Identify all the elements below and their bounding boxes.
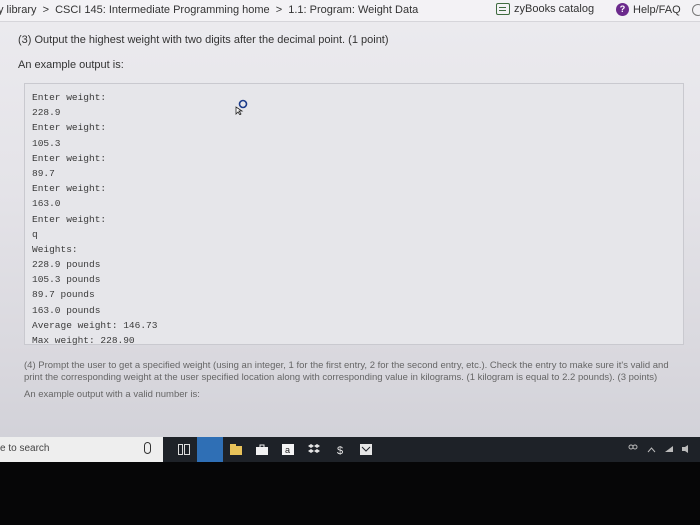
zybooks-catalog-link[interactable]: zyBooks catalog — [496, 3, 594, 15]
svg-text:$: $ — [337, 445, 343, 455]
code-line: 163.0 pounds — [32, 304, 101, 316]
chevron-up-icon[interactable] — [647, 445, 656, 455]
code-line: 228.9 — [32, 107, 61, 119]
file-explorer-icon[interactable] — [223, 437, 249, 462]
dropbox-icon[interactable] — [301, 437, 327, 462]
taskbar-search-box[interactable]: e to search — [0, 437, 163, 462]
code-line: Enter weight: — [32, 183, 107, 195]
volume-icon[interactable] — [682, 444, 692, 455]
code-line: 89.7 — [32, 167, 55, 179]
breadcrumb-separator: > — [42, 4, 50, 16]
mouse-cursor-icon — [235, 99, 248, 115]
screen: y library > CSCI 145: Intermediate Progr… — [0, 0, 700, 478]
help-icon: ? — [616, 3, 629, 16]
instruction-step-4-text: (4) Prompt the user to get a specified w… — [24, 360, 669, 383]
monitor-bezel — [0, 462, 700, 525]
breadcrumb-separator: > — [275, 4, 283, 16]
code-line: Enter weight: — [32, 213, 107, 225]
breadcrumb-course-home[interactable]: CSCI 145: Intermediate Programming home — [55, 4, 270, 16]
people-icon[interactable] — [627, 444, 639, 456]
task-view-icon[interactable] — [171, 437, 197, 462]
code-line: Average weight: 146.73 — [32, 319, 158, 331]
code-line: Enter weight: — [32, 122, 107, 134]
code-line: q — [32, 228, 38, 240]
instruction-step-4: (4) Prompt the user to get a specified w… — [24, 360, 684, 406]
amazon-icon[interactable]: a — [275, 437, 301, 462]
help-faq-label: Help/FAQ — [633, 3, 681, 16]
breadcrumb-current-section: 1.1: Program: Weight Data — [288, 4, 419, 16]
code-line: Weights: — [32, 243, 78, 255]
network-icon[interactable] — [664, 445, 674, 455]
example-output-code-block: Enter weight: 228.9 Enter weight: 105.3 Ente… — [24, 83, 684, 346]
taskbar-search-text: e to search — [0, 443, 50, 454]
svg-text:a: a — [285, 445, 290, 455]
instruction-step-3: (3) Output the highest weight with two d… — [18, 34, 389, 46]
active-app-icon[interactable] — [197, 437, 223, 462]
store-icon[interactable] — [249, 437, 275, 462]
help-faq-link[interactable]: ? Help/FAQ — [616, 3, 681, 16]
zybooks-catalog-label: zyBooks catalog — [514, 3, 595, 15]
code-line: Enter weight: — [32, 152, 107, 164]
breadcrumb: y library > CSCI 145: Intermediate Progr… — [0, 4, 418, 16]
code-line: Enter weight: — [32, 92, 107, 103]
code-line: 105.3 — [32, 137, 61, 149]
windows-taskbar: e to search a $ — [0, 437, 700, 462]
content-area: (3) Output the highest weight with two d… — [18, 34, 688, 71]
microphone-icon[interactable] — [144, 442, 151, 454]
outlook-icon[interactable] — [353, 437, 379, 462]
valid-example-label: An example output with a valid number is… — [24, 389, 200, 400]
example-output-label: An example output is: — [18, 59, 124, 71]
code-line: 228.9 pounds — [32, 259, 101, 271]
breadcrumb-my-library[interactable]: y library — [0, 4, 37, 16]
partial-icon[interactable] — [692, 4, 700, 16]
dollar-app-icon[interactable]: $ — [327, 437, 353, 462]
code-line: Max weight: 228.90 — [32, 335, 135, 346]
code-line: 105.3 pounds — [32, 274, 101, 286]
system-tray — [627, 444, 700, 456]
top-navigation-bar: y library > CSCI 145: Intermediate Progr… — [0, 0, 700, 22]
code-line: 163.0 — [32, 198, 61, 210]
book-icon — [496, 3, 510, 15]
code-line: 89.7 pounds — [32, 289, 95, 301]
